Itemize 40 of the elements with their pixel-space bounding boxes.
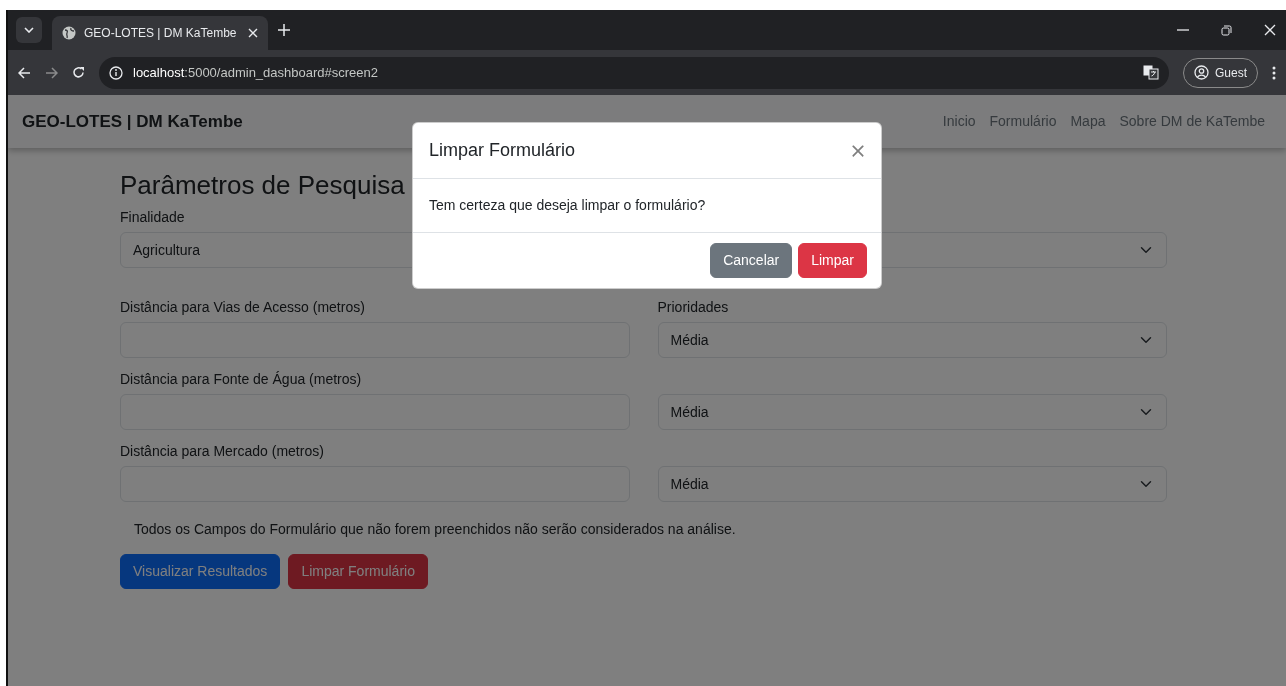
globe-icon: [62, 26, 76, 40]
modal-button[interactable]: Limpar: [798, 243, 867, 278]
field-label: Prioridades: [657, 299, 729, 316]
select-field[interactable]: Média: [657, 322, 1167, 359]
modal-title: Limpar Formulário: [429, 139, 576, 162]
forward-icon[interactable]: [45, 66, 58, 79]
translate-icon[interactable]: [1143, 65, 1159, 80]
reload-icon[interactable]: [72, 66, 85, 79]
form-note: Todos os Campos do Formulário que não forem preenchidos não serão considerados na análise.: [134, 520, 737, 540]
field-label: Distância para Mercado (metros): [120, 443, 324, 460]
form-button[interactable]: Limpar Formulário: [288, 554, 428, 590]
close-icon[interactable]: [1264, 24, 1276, 36]
address-bar[interactable]: localhost:5000/admin_dashboard#screen2: [99, 56, 1169, 89]
nav-link[interactable]: Formulário: [982, 111, 1064, 132]
select-field[interactable]: Média: [657, 394, 1167, 431]
tab-list-button[interactable]: [16, 17, 42, 43]
chevron-down-icon: [24, 27, 34, 33]
field-label: Finalidade: [120, 209, 185, 226]
info-icon: [109, 65, 123, 80]
form-button[interactable]: Visualizar Resultados: [120, 554, 281, 590]
restore-icon[interactable]: [1221, 24, 1232, 36]
close-icon[interactable]: [248, 28, 258, 38]
select-field[interactable]: Média: [657, 466, 1167, 503]
nav-link[interactable]: Mapa: [1063, 111, 1113, 132]
modal-button[interactable]: Cancelar: [710, 243, 793, 278]
form-title: Parâmetros de Pesquisa: [120, 170, 405, 202]
tab-title: GEO-LOTES | DM KaTembe: [84, 25, 238, 42]
more-icon[interactable]: [1272, 65, 1276, 80]
browser-tab[interactable]: GEO-LOTES | DM KaTembe: [52, 16, 268, 50]
new-tab-icon[interactable]: [278, 24, 290, 36]
modal-message: Tem certeza que deseja limpar o formulário?: [429, 196, 707, 215]
profile-icon: [1194, 65, 1209, 80]
close-button[interactable]: [851, 143, 865, 158]
field-label: Distância para Vias de Acesso (metros): [120, 299, 365, 316]
nav-link[interactable]: Sobre DM de KaTembe: [1112, 111, 1272, 132]
brand-title[interactable]: GEO-LOTES | DM KaTembe: [22, 108, 243, 135]
back-icon[interactable]: [18, 66, 31, 79]
url-text: localhost:5000/admin_dashboard#screen2: [133, 63, 378, 82]
field-label: Distância para Fonte de Água (metros): [120, 371, 362, 388]
nav-link[interactable]: Inicio: [935, 111, 983, 132]
